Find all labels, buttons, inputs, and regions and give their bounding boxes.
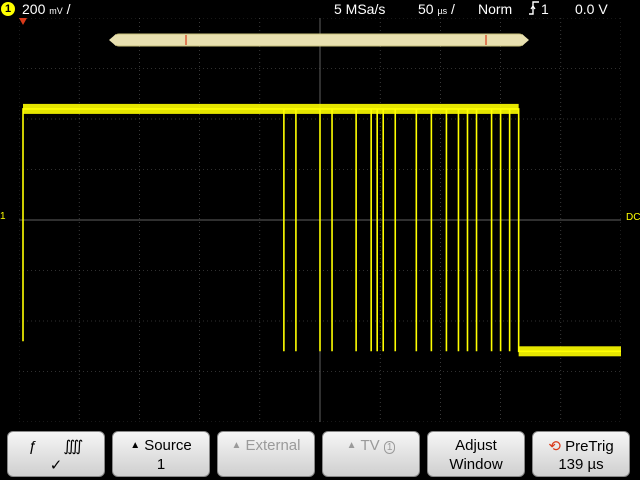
- slope-selected-check: ✓: [49, 457, 63, 474]
- volts-per-div: 200 mV /: [22, 1, 71, 17]
- knob-icon: ⟲: [548, 438, 561, 455]
- channel-badge: 1: [1, 2, 15, 16]
- up-arrow-icon: ▲: [130, 440, 141, 451]
- channel-1-trace: [22, 108, 621, 353]
- status-bar: 1 200 mV / 5 MSa/s 50 µs / Norm 1 0.0 V: [0, 0, 640, 18]
- softkey-bar: ƒ ⨌ ✓ ▲ Source 1 ▲ External ▲ TV 1 Adjust W…: [0, 428, 640, 480]
- right-coupling-marker: DC: [626, 212, 640, 223]
- rising-edge-icon: ƒ: [28, 438, 38, 455]
- trigger-slope-icon: [528, 1, 540, 18]
- waveform-display[interactable]: [19, 18, 621, 422]
- trigger-source: 1: [541, 1, 549, 17]
- trigger-level: 0.0 V: [575, 1, 608, 17]
- up-arrow-icon: ▲: [346, 440, 357, 451]
- sample-rate: 5 MSa/s: [334, 1, 386, 17]
- trace-noise: [23, 103, 621, 357]
- pretrig-softkey[interactable]: ⟲ PreTrig 139 µs: [532, 431, 630, 477]
- ground-marker[interactable]: 1: [0, 211, 6, 222]
- trigger-slope-softkey[interactable]: ƒ ⨌ ✓: [7, 431, 105, 477]
- time-per-div: 50 µs /: [418, 1, 455, 17]
- trigger-mode: Norm: [478, 1, 513, 17]
- up-arrow-icon: ▲: [231, 440, 242, 451]
- falling-edge-icon: ⨌: [63, 438, 84, 455]
- source-softkey[interactable]: ▲ Source 1: [112, 431, 210, 477]
- tv-softkey[interactable]: ▲ TV 1: [322, 431, 420, 477]
- adjust-window-softkey[interactable]: Adjust Window: [427, 431, 525, 477]
- trigger-time-marker[interactable]: [19, 18, 27, 25]
- external-softkey[interactable]: ▲ External: [217, 431, 315, 477]
- memory-bar[interactable]: [109, 33, 529, 47]
